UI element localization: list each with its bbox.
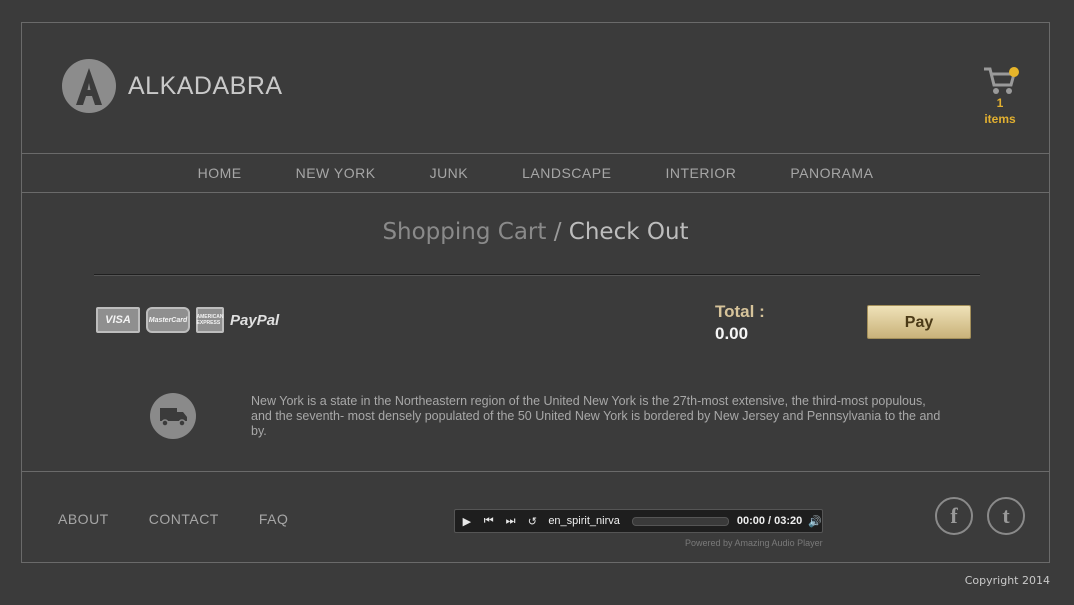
audio-player: ▶ ⏮ ⏭ ↺ en_spirit_nirva 00:00 / 03:20 🔊	[454, 509, 823, 533]
volume-icon[interactable]: 🔊	[808, 515, 822, 528]
total-label: Total :	[715, 302, 765, 321]
next-icon[interactable]: ⏭	[501, 511, 521, 531]
total-value: 0.00	[715, 324, 749, 343]
page-frame: ALKADABRA 1 items HOME NEW YORK JUNK LAN…	[21, 22, 1050, 563]
cart-widget[interactable]: 1 items	[978, 65, 1022, 127]
twitter-icon[interactable]: t	[987, 497, 1025, 535]
facebook-icon[interactable]: f	[935, 497, 973, 535]
copyright: Copyright 2014	[964, 574, 1050, 587]
page-title-separator: /	[546, 219, 569, 245]
payment-methods: VISA MasterCard AMERICAN EXPRESS PayPal	[96, 307, 285, 333]
cart-count: 1	[996, 96, 1004, 110]
visa-card-logo: VISA	[96, 307, 140, 333]
logo-icon	[62, 59, 116, 113]
player-credit: Powered by Amazing Audio Player	[685, 538, 823, 548]
nav-item-home[interactable]: HOME	[198, 165, 242, 181]
paypal-logo: PayPal	[230, 311, 280, 329]
amex-card-logo: AMERICAN EXPRESS	[196, 307, 224, 333]
brand-logo[interactable]: ALKADABRA	[62, 59, 283, 113]
page-title: Shopping Cart / Check Out	[22, 219, 1049, 245]
nav-item-interior[interactable]: INTERIOR	[665, 165, 736, 181]
footer-link-about[interactable]: ABOUT	[58, 511, 109, 527]
order-total: Total : 0.00	[715, 302, 765, 344]
shipping-description: New York is a state in the Northeastern …	[251, 394, 941, 438]
footer-link-faq[interactable]: FAQ	[259, 511, 289, 527]
delivery-truck-icon	[150, 393, 196, 439]
loop-icon[interactable]: ↺	[522, 511, 542, 531]
cart-notification-dot	[1009, 67, 1019, 77]
play-icon[interactable]: ▶	[457, 511, 477, 531]
footer-link-contact[interactable]: CONTACT	[149, 511, 219, 527]
nav-item-new-york[interactable]: NEW YORK	[296, 165, 376, 181]
page-title-cart: Shopping Cart	[382, 219, 547, 245]
footer-links: ABOUT CONTACT FAQ	[58, 511, 328, 527]
nav-item-panorama[interactable]: PANORAMA	[790, 165, 873, 181]
title-divider	[94, 274, 980, 276]
track-name: en_spirit_nirva	[548, 515, 620, 527]
nav-item-junk[interactable]: JUNK	[430, 165, 469, 181]
page-title-checkout: Check Out	[568, 219, 689, 245]
pay-button[interactable]: Pay	[867, 305, 971, 339]
nav-item-landscape[interactable]: LANDSCAPE	[522, 165, 611, 181]
progress-bar[interactable]	[631, 516, 729, 526]
mastercard-logo: MasterCard	[146, 307, 190, 333]
footer-divider	[22, 471, 1049, 472]
track-time: 00:00 / 03:20	[736, 515, 803, 527]
brand-name: ALKADABRA	[128, 71, 283, 100]
main-nav: HOME NEW YORK JUNK LANDSCAPE INTERIOR PA…	[22, 153, 1049, 193]
previous-icon[interactable]: ⏮	[479, 511, 499, 531]
cart-label: items	[984, 112, 1016, 126]
shopping-cart-icon	[983, 65, 1019, 95]
